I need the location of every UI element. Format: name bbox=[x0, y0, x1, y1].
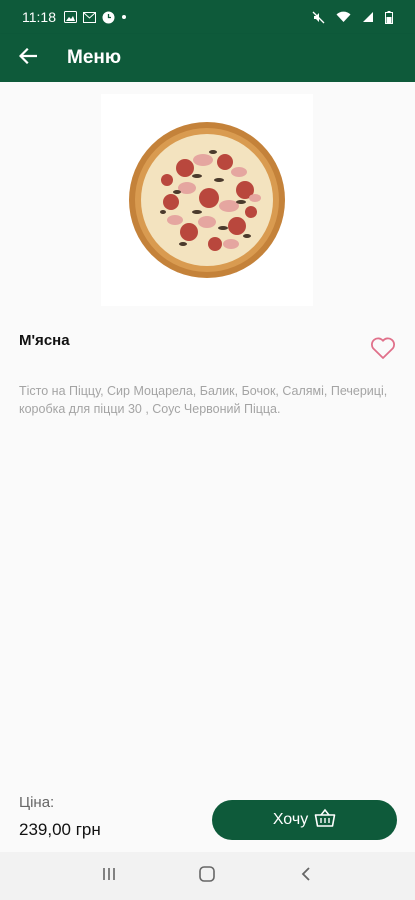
want-button-label: Хочу bbox=[272, 811, 309, 828]
product-image bbox=[101, 94, 313, 306]
status-time: 11:18 bbox=[22, 9, 56, 25]
system-nav-bar bbox=[0, 852, 415, 900]
status-bar: 11:18 bbox=[0, 0, 415, 34]
recent-apps-button[interactable] bbox=[89, 856, 129, 896]
pizza-image bbox=[129, 122, 285, 278]
product-name: М'ясна bbox=[19, 332, 70, 349]
app-bar: Меню bbox=[0, 34, 415, 82]
arrow-left-icon bbox=[18, 47, 38, 69]
dot-icon bbox=[121, 14, 127, 20]
clock-icon bbox=[102, 11, 115, 24]
home-icon bbox=[198, 865, 216, 888]
battery-icon bbox=[385, 10, 393, 24]
nav-back-button[interactable] bbox=[286, 856, 326, 896]
heart-outline-icon bbox=[370, 337, 396, 364]
product-description: Тісто на Піццу, Сир Моцарела, Балик, Боч… bbox=[19, 384, 388, 416]
price-value: 239,00 грн bbox=[19, 820, 101, 839]
product-details: М'ясна Тісто на Піццу, Сир Моцарела, Бал… bbox=[0, 82, 415, 852]
home-button[interactable] bbox=[187, 856, 227, 896]
price-label: Ціна: bbox=[19, 794, 55, 811]
mail-icon bbox=[83, 11, 96, 23]
wifi-icon bbox=[336, 11, 351, 23]
back-icon bbox=[300, 866, 312, 887]
basket-icon bbox=[314, 808, 336, 833]
page-title: Меню bbox=[67, 47, 122, 68]
favorite-button[interactable] bbox=[370, 336, 396, 360]
back-button[interactable] bbox=[0, 34, 56, 82]
image-icon bbox=[64, 11, 77, 23]
want-button[interactable]: Хочу bbox=[212, 800, 397, 840]
signal-icon bbox=[362, 11, 374, 23]
recent-apps-icon bbox=[101, 866, 117, 887]
mute-icon bbox=[312, 11, 325, 24]
